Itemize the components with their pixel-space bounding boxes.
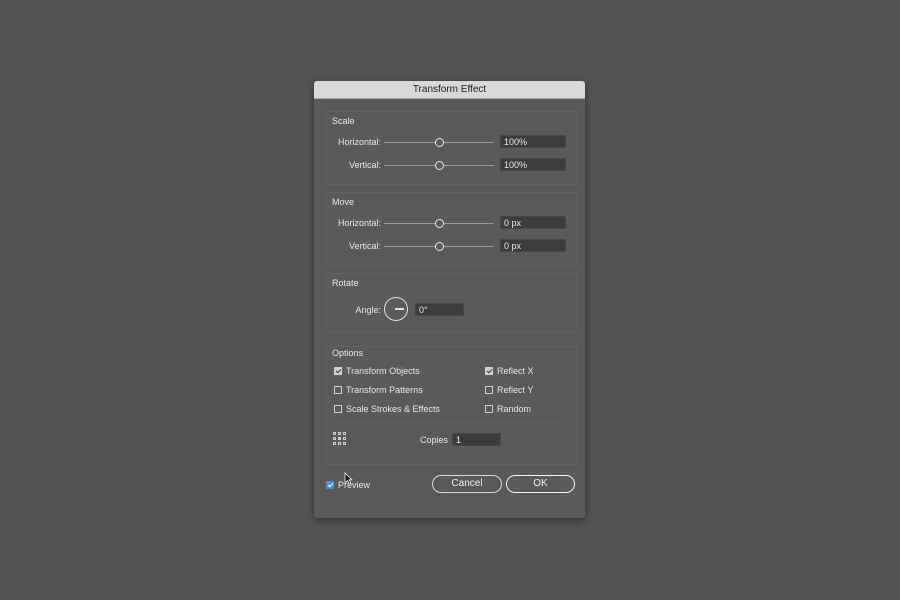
copies-label: Copies [419, 435, 448, 445]
copies-input[interactable]: 1 [452, 433, 501, 446]
angle-dial[interactable] [384, 297, 408, 321]
transform-patterns-checkbox[interactable] [334, 386, 342, 394]
move-horizontal-input[interactable]: 0 px [500, 216, 566, 229]
dialog-title: Transform Effect [314, 81, 585, 99]
mouse-cursor-icon [344, 472, 353, 485]
scale-section [326, 111, 577, 185]
scale-vertical-input[interactable]: 100% [500, 158, 566, 171]
reflect-y-label: Reflect Y [497, 385, 534, 395]
transform-patterns-label: Transform Patterns [346, 385, 423, 395]
move-horizontal-slider-thumb[interactable] [435, 219, 444, 228]
move-section [326, 192, 577, 266]
preview-checkbox[interactable] [326, 481, 334, 489]
scale-strokes-effects-label: Scale Strokes & Effects [346, 404, 440, 414]
scale-label: Scale [332, 116, 355, 126]
angle-dial-hand [395, 308, 404, 310]
move-vertical-slider-thumb[interactable] [435, 242, 444, 251]
scale-strokes-effects-checkbox[interactable] [334, 405, 342, 413]
move-horizontal-label: Horizontal: [337, 218, 381, 228]
move-label: Move [332, 197, 355, 207]
transform-objects-label: Transform Objects [346, 366, 420, 376]
scale-horizontal-label: Horizontal: [337, 137, 381, 147]
rotate-label: Rotate [332, 278, 359, 288]
scale-horizontal-input[interactable]: 100% [500, 135, 566, 148]
rotate-angle-label: Angle: [355, 305, 381, 315]
reflect-y-checkbox[interactable] [485, 386, 493, 394]
reference-point-icon[interactable] [333, 432, 347, 446]
cancel-button[interactable]: Cancel [432, 475, 502, 493]
preview-label: Preview [338, 480, 371, 490]
move-vertical-label: Vertical: [348, 241, 381, 251]
transform-effect-dialog: Transform Effect Scale Horizontal: 100% … [314, 81, 585, 518]
scale-horizontal-slider-thumb[interactable] [435, 138, 444, 147]
options-divider [332, 422, 564, 423]
random-checkbox[interactable] [485, 405, 493, 413]
reflect-x-checkbox[interactable] [485, 367, 493, 375]
scale-vertical-label: Vertical: [348, 160, 381, 170]
transform-objects-checkbox[interactable] [334, 367, 342, 375]
scale-vertical-slider-thumb[interactable] [435, 161, 444, 170]
ok-button[interactable]: OK [506, 475, 575, 493]
rotate-angle-input[interactable]: 0° [415, 303, 464, 316]
random-label: Random [497, 404, 532, 414]
reflect-x-label: Reflect X [497, 366, 534, 376]
options-label: Options [332, 348, 364, 358]
move-vertical-input[interactable]: 0 px [500, 239, 566, 252]
